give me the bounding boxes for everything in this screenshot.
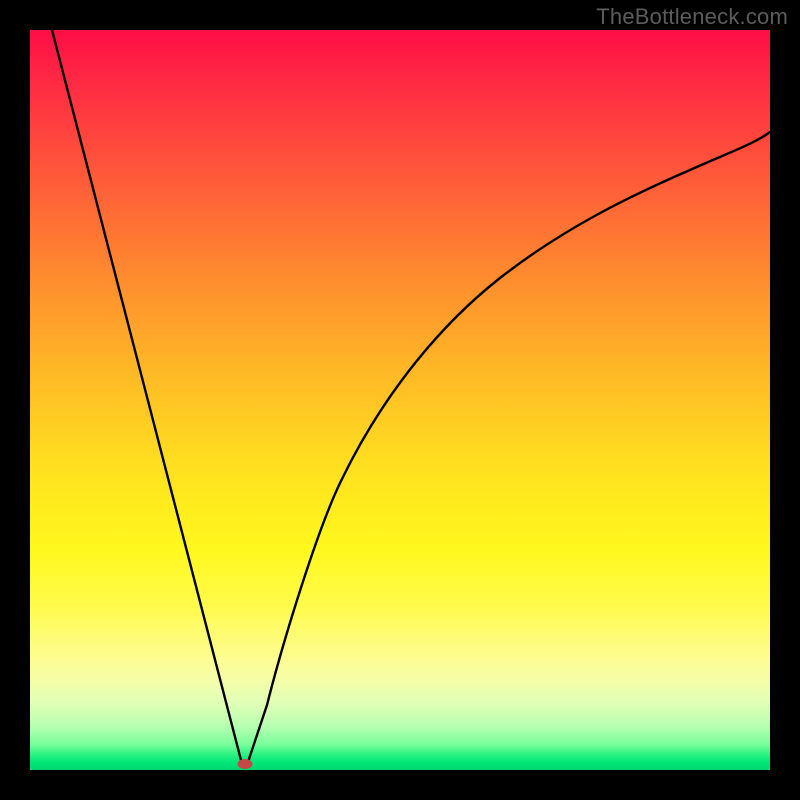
plot-area (30, 30, 770, 770)
watermark-text: TheBottleneck.com (596, 4, 788, 30)
right-branch-path (248, 132, 770, 762)
curve-layer (30, 30, 770, 770)
chart-container: TheBottleneck.com (0, 0, 800, 800)
minimum-marker (237, 759, 252, 769)
left-branch-path (52, 30, 242, 764)
